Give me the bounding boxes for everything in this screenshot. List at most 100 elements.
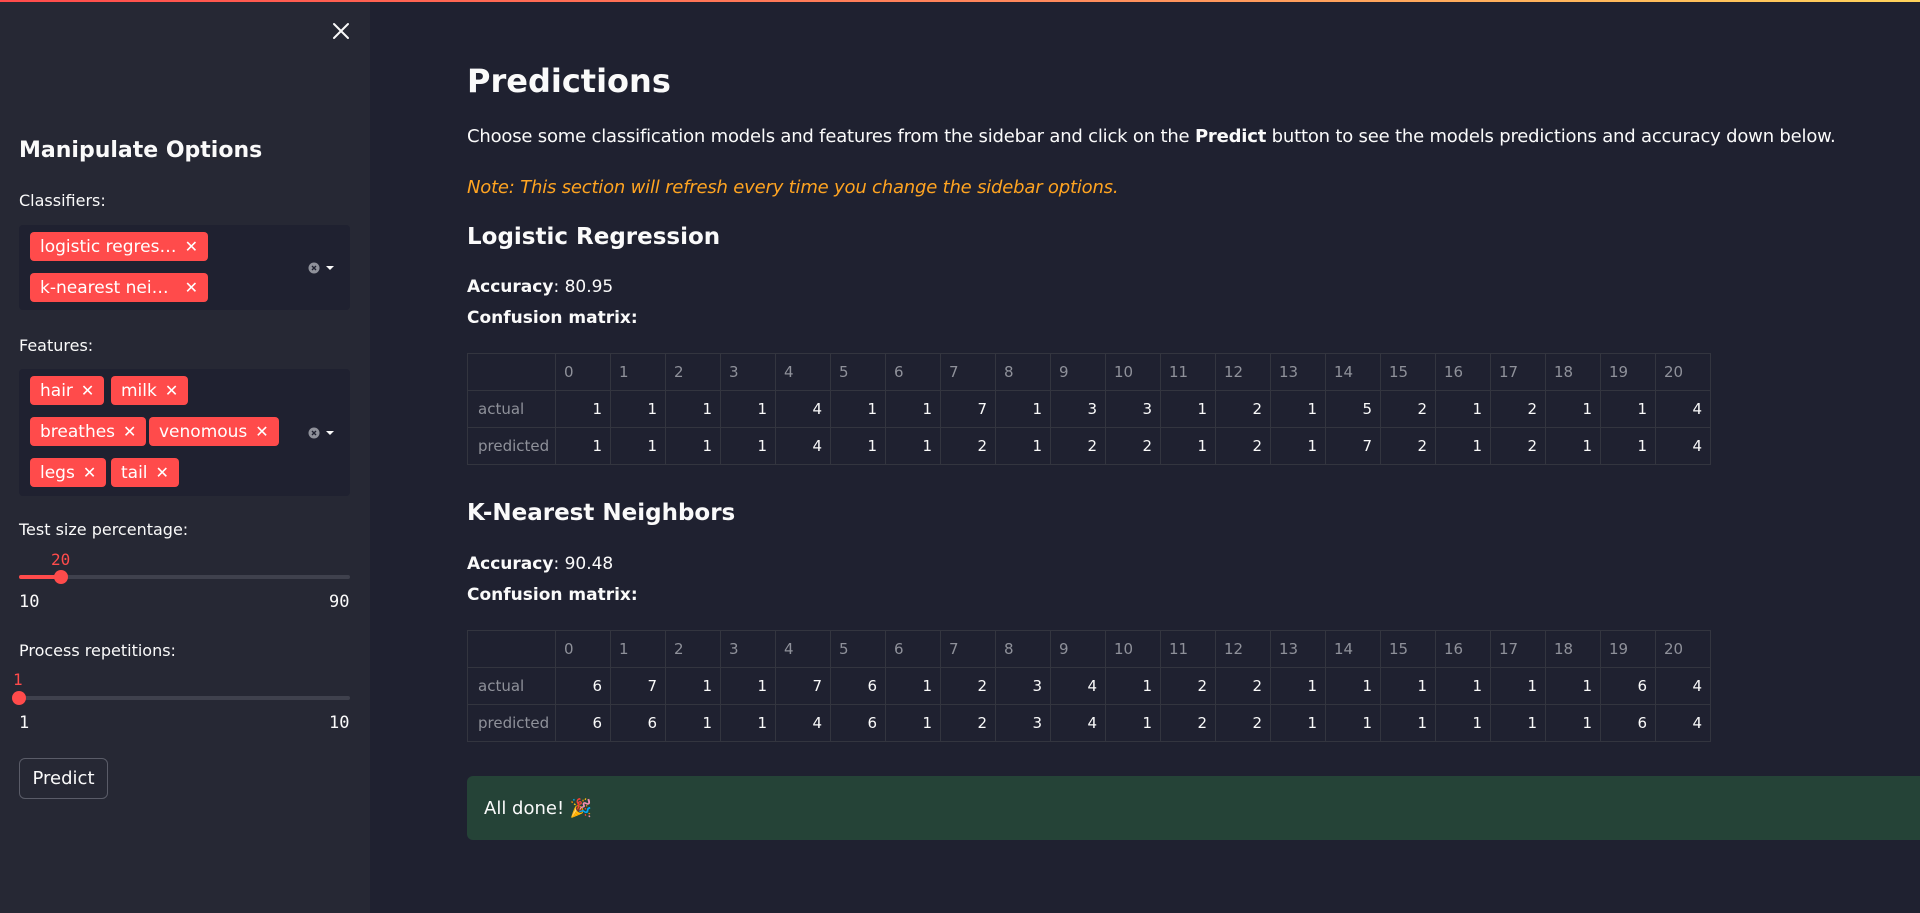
- table-cell: 1: [885, 704, 941, 742]
- features-multiselect[interactable]: hair ✕ milk ✕ breathes ✕ venomous ✕ legs…: [19, 369, 350, 496]
- remove-tag-icon[interactable]: ✕: [83, 463, 96, 482]
- feature-tag[interactable]: breathes ✕: [30, 417, 147, 446]
- table-cell: 6: [610, 704, 666, 742]
- feature-tag-label: tail: [121, 462, 148, 483]
- table-cell: 2: [1050, 427, 1106, 465]
- table-cell: 1: [1435, 704, 1491, 742]
- column-header: 8: [995, 353, 1051, 391]
- clear-all-icon[interactable]: [308, 262, 320, 274]
- classifiers-multiselect[interactable]: logistic regress… ✕ k-nearest neig… ✕: [19, 225, 350, 310]
- table-cell: 1: [665, 427, 721, 465]
- column-header: 14: [1325, 353, 1381, 391]
- remove-tag-icon[interactable]: ✕: [123, 422, 136, 441]
- column-header: 5: [830, 353, 886, 391]
- table-cell: 1: [1270, 667, 1326, 705]
- remove-tag-icon[interactable]: ✕: [81, 381, 94, 400]
- remove-tag-icon[interactable]: ✕: [185, 237, 198, 256]
- table-cell: 1: [1545, 704, 1601, 742]
- feature-tag[interactable]: milk ✕: [111, 376, 189, 405]
- column-header: 10: [1105, 353, 1161, 391]
- accuracy-text: Accuracy: 90.48: [467, 554, 613, 574]
- table-cell: 1: [555, 427, 611, 465]
- chevron-down-icon[interactable]: [324, 262, 336, 274]
- table-cell: 1: [1545, 390, 1601, 428]
- model-heading: K-Nearest Neighbors: [467, 500, 736, 526]
- column-header: 18: [1545, 353, 1601, 391]
- table-cell: 2: [1215, 704, 1271, 742]
- feature-tag[interactable]: hair ✕: [30, 376, 105, 405]
- repetitions-slider[interactable]: [12, 691, 350, 705]
- feature-tag[interactable]: venomous ✕: [149, 417, 279, 446]
- table-cell: 2: [1160, 667, 1216, 705]
- table-cell: 1: [1325, 667, 1381, 705]
- close-sidebar-button[interactable]: [326, 16, 356, 46]
- table-cell: 6: [555, 667, 611, 705]
- table-cell: 4: [1050, 667, 1106, 705]
- remove-tag-icon[interactable]: ✕: [255, 422, 268, 441]
- feature-tag[interactable]: tail ✕: [111, 458, 179, 487]
- table-cell: 7: [1325, 427, 1381, 465]
- predict-button[interactable]: Predict: [19, 758, 108, 799]
- table-cell: 1: [1105, 704, 1161, 742]
- column-header: 0: [555, 630, 611, 668]
- column-header: 13: [1270, 353, 1326, 391]
- classifier-tag-label: k-nearest neig…: [40, 277, 177, 298]
- table-cell: 1: [1270, 427, 1326, 465]
- table-cell: 4: [1655, 390, 1711, 428]
- table-cell: 2: [1490, 390, 1546, 428]
- remove-tag-icon[interactable]: ✕: [185, 278, 198, 297]
- table-cell: 1: [1545, 667, 1601, 705]
- clear-all-icon[interactable]: [308, 427, 320, 439]
- table-cell: 3: [1105, 390, 1161, 428]
- classifier-tag[interactable]: k-nearest neig… ✕: [30, 273, 208, 302]
- repetitions-slider-thumb[interactable]: [12, 691, 26, 705]
- remove-tag-icon[interactable]: ✕: [165, 381, 178, 400]
- classifier-tag-label: logistic regress…: [40, 236, 177, 257]
- test-size-slider[interactable]: [19, 570, 350, 584]
- feature-tag-label: legs: [40, 462, 75, 483]
- table-cell: 1: [830, 390, 886, 428]
- success-alert: All done! 🎉: [467, 776, 1920, 840]
- column-header: 19: [1600, 630, 1656, 668]
- row-header: predicted: [467, 427, 556, 465]
- table-cell: 2: [1215, 390, 1271, 428]
- test-size-value: 20: [51, 550, 71, 569]
- accuracy-label: Accuracy: [467, 277, 554, 297]
- column-header: 9: [1050, 353, 1106, 391]
- table-cell: 7: [610, 667, 666, 705]
- confusion-matrix-label: Confusion matrix:: [467, 308, 638, 328]
- feature-tag[interactable]: legs ✕: [30, 458, 107, 487]
- table-cell: 1: [665, 667, 721, 705]
- chevron-down-icon[interactable]: [324, 427, 336, 439]
- column-header: 15: [1380, 630, 1436, 668]
- feature-tag-label: hair: [40, 380, 73, 401]
- table-cell: 2: [1490, 427, 1546, 465]
- table-cell: 1: [885, 667, 941, 705]
- column-header: 6: [885, 630, 941, 668]
- table-cell: 2: [1215, 427, 1271, 465]
- table-row: actual 6 7 1 1 7 6 1 2 3 4 1 2 2 1 1 1 1 1 1 6 4: [467, 667, 1711, 705]
- table-cell: 6: [830, 704, 886, 742]
- repetitions-max: 10: [329, 713, 350, 733]
- column-header: 17: [1490, 353, 1546, 391]
- column-header: 18: [1545, 630, 1601, 668]
- sidebar: Manipulate Options Classifiers: logistic…: [0, 0, 370, 913]
- table-cell: 6: [555, 704, 611, 742]
- accuracy-value: : 80.95: [553, 277, 614, 297]
- confusion-matrix-table: 0 1 2 3 4 5 6 7 8 9 10 11 12 13 14 15 16 17 18 19 20 actual 6 7…: [467, 630, 1711, 742]
- table-cell: 1: [1435, 427, 1491, 465]
- table-row: predicted 1 1 1 1 4 1 1 2 1 2 2 1 2 1 7 2 1 2 1 1 4: [467, 427, 1711, 465]
- features-label: Features:: [19, 336, 94, 355]
- table-cell: 4: [1655, 667, 1711, 705]
- column-header: 17: [1490, 630, 1546, 668]
- classifier-tag[interactable]: logistic regress… ✕: [30, 232, 208, 261]
- table-cell: 3: [995, 704, 1051, 742]
- remove-tag-icon[interactable]: ✕: [156, 463, 169, 482]
- table-cell: 1: [1325, 704, 1381, 742]
- test-size-slider-thumb[interactable]: [54, 570, 68, 584]
- table-cell: 1: [885, 427, 941, 465]
- table-cell: 1: [1270, 390, 1326, 428]
- column-header: 11: [1160, 353, 1216, 391]
- top-decoration-bar: [0, 0, 1920, 2]
- table-header-row: 0 1 2 3 4 5 6 7 8 9 10 11 12 13 14 15 16 17 18 19 20: [467, 630, 1711, 668]
